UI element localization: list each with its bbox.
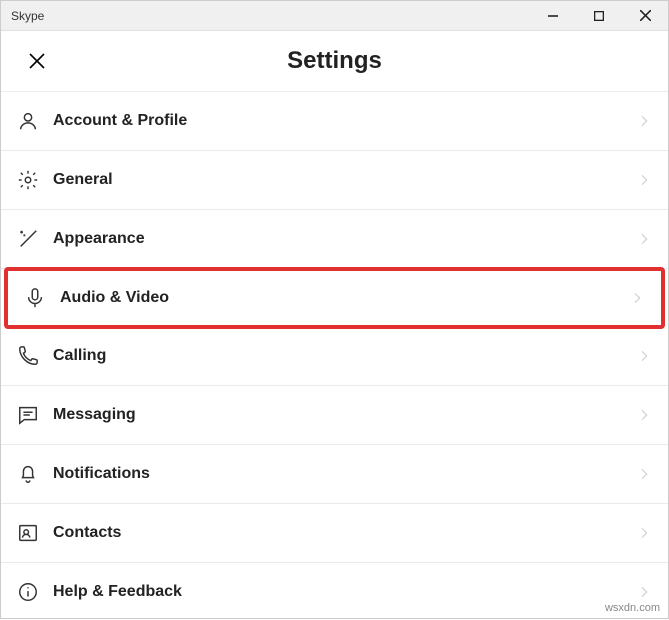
settings-item-general[interactable]: General [1, 151, 668, 210]
gear-icon [17, 169, 39, 191]
settings-item-notifications[interactable]: Notifications [1, 445, 668, 504]
watermark-text: wsxdn.com [605, 602, 660, 614]
person-icon [17, 110, 39, 132]
chevron-right-icon [636, 172, 652, 188]
minimize-button[interactable] [530, 1, 576, 31]
message-icon [17, 404, 39, 426]
chevron-right-icon [636, 348, 652, 364]
microphone-icon [24, 287, 46, 309]
bell-icon [17, 463, 39, 485]
settings-item-messaging[interactable]: Messaging [1, 386, 668, 445]
window-titlebar: Skype [1, 1, 668, 31]
page-title: Settings [1, 47, 668, 75]
settings-item-label: Contacts [53, 524, 636, 542]
settings-item-calling[interactable]: Calling [1, 327, 668, 386]
settings-item-label: Notifications [53, 465, 636, 483]
settings-item-label: Calling [53, 347, 636, 365]
settings-list: Account & Profile General Appearance Aud… [1, 91, 668, 620]
settings-item-label: Audio & Video [60, 289, 629, 307]
settings-item-contacts[interactable]: Contacts [1, 504, 668, 563]
settings-item-account[interactable]: Account & Profile [1, 92, 668, 151]
settings-item-label: Messaging [53, 406, 636, 424]
info-icon [17, 581, 39, 603]
chevron-right-icon [636, 584, 652, 600]
settings-item-label: Account & Profile [53, 112, 636, 130]
wand-icon [17, 228, 39, 250]
contacts-icon [17, 522, 39, 544]
chevron-right-icon [636, 231, 652, 247]
settings-item-audio-video[interactable]: Audio & Video [4, 267, 665, 329]
settings-header: Settings [1, 31, 668, 91]
close-settings-button[interactable] [25, 49, 49, 73]
chevron-right-icon [629, 290, 645, 306]
close-window-button[interactable] [622, 1, 668, 31]
settings-item-help[interactable]: Help & Feedback [1, 563, 668, 620]
window-title: Skype [11, 9, 530, 23]
chevron-right-icon [636, 466, 652, 482]
close-icon [29, 53, 45, 69]
maximize-button[interactable] [576, 1, 622, 31]
settings-item-label: Help & Feedback [53, 583, 636, 601]
chevron-right-icon [636, 113, 652, 129]
chevron-right-icon [636, 525, 652, 541]
phone-icon [17, 345, 39, 367]
settings-item-label: Appearance [53, 230, 636, 248]
settings-item-label: General [53, 171, 636, 189]
chevron-right-icon [636, 407, 652, 423]
settings-item-appearance[interactable]: Appearance [1, 210, 668, 269]
